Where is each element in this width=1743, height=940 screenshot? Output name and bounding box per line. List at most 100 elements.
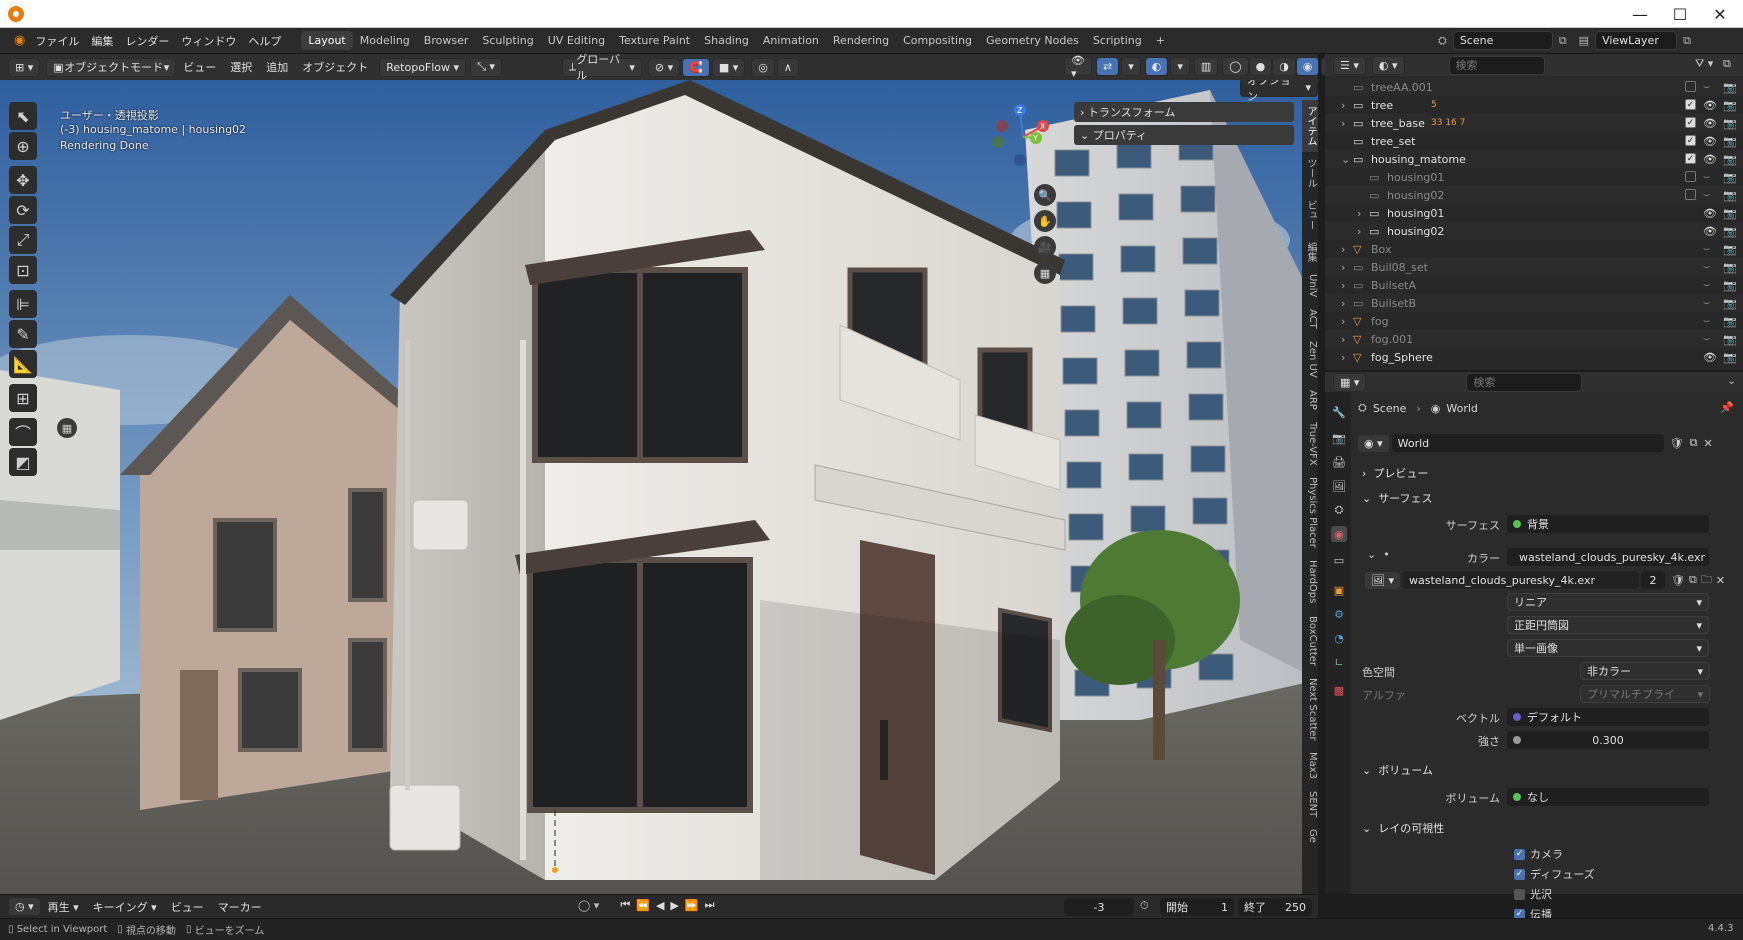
tab-shading[interactable]: Shading [697,31,756,50]
exclude-checkbox[interactable] [1685,81,1696,92]
npanel-tab[interactable]: ビュー [1302,194,1318,236]
transform-orientation-selector[interactable]: ⟂ グローバル ▾ [561,53,642,82]
checkbox[interactable]: ✓ [1514,848,1525,860]
checkbox[interactable]: ✓ [1514,868,1525,880]
image-users-count[interactable]: 2 [1640,571,1665,589]
xray-button[interactable]: ▥ [1193,57,1219,76]
fake-user-icon[interactable]: 🛡 [1670,437,1684,450]
eye-closed-icon[interactable]: ⌣ [1703,80,1710,94]
ray-visibility-item[interactable]: ✓ ディフューズ [1514,866,1595,882]
keying-menu[interactable]: キーイング ▾ [86,899,164,915]
unlink-image-icon[interactable]: ✕ [1716,574,1725,587]
pivot-point-button[interactable]: ⊘ ▾ [647,57,681,77]
eye-icon[interactable]: 👁 [1703,225,1717,238]
eye-closed-icon[interactable]: ⌣ [1703,170,1710,184]
pan-hand-icon[interactable]: ✋ [1034,210,1056,232]
eye-icon[interactable]: 👁 [1703,99,1717,112]
mode-selector[interactable]: ▣ オブジェクトモード ▾ [46,57,177,77]
camera-icon[interactable]: 📷 [1723,171,1737,184]
tab-geometry-nodes[interactable]: Geometry Nodes [979,31,1086,50]
gizmo-toggle-button[interactable]: ⇄ [1095,57,1120,76]
exclude-checkbox[interactable]: ✓ [1685,153,1696,164]
camera-icon[interactable]: 📷 [1723,351,1737,364]
outliner-row[interactable]: › ▭ BuilsetA ⌣ 📷 [1325,276,1743,294]
menu-add[interactable]: 追加 [259,59,295,75]
preview-section-header[interactable]: › プレビュー [1362,465,1428,481]
tab-compositing[interactable]: Compositing [896,31,979,50]
add-workspace-button[interactable]: + [1149,31,1172,50]
world-browse-button[interactable]: ◉ ▾ [1357,433,1390,453]
view-layer-selector[interactable]: ViewLayer [1595,31,1678,50]
expand-icon[interactable]: › [1357,225,1361,238]
exclude-checkbox[interactable] [1685,171,1696,182]
visibility-button[interactable]: 👁 ▾ [1064,54,1092,80]
tab-animation[interactable]: Animation [756,31,826,50]
new-collection-icon[interactable]: ⧉ [1723,57,1731,71]
npanel-tab[interactable]: ARP [1302,384,1318,416]
outliner-row[interactable]: ⌄ ▭ housing_matome ✓ 👁 📷 [1325,150,1743,168]
expand-icon[interactable]: › [1341,117,1345,130]
world-tab-icon[interactable]: ◉ [1331,526,1347,542]
eye-closed-icon[interactable]: ⌣ [1703,188,1710,202]
pin-icon[interactable]: 📌 [1720,401,1734,414]
exclude-checkbox[interactable]: ✓ [1685,117,1696,128]
strength-slider[interactable]: 0.300 [1507,731,1709,749]
boxcutter-tool[interactable]: ⌒ [9,418,37,446]
open-image-icon[interactable]: 🗀 [1701,571,1712,590]
snap-options-button[interactable]: ⤡ ▾ [470,57,502,77]
transform-tool[interactable]: ⊡ [9,256,37,284]
outliner-row[interactable]: › ▽ fog_Sphere 👁 📷 [1325,348,1743,366]
align-tool[interactable]: ⊫ [9,290,37,318]
npanel-tab[interactable]: True-VFX [1302,416,1318,472]
properties-editor-type-button[interactable]: ▦ ▾ [1333,372,1367,392]
jump-end-icon[interactable]: ⏭ [705,898,715,912]
expand-icon[interactable]: › [1341,315,1345,328]
eye-icon[interactable]: 👁 [1703,135,1717,148]
overlay-toggle-button[interactable]: ◐ [1144,57,1169,76]
menu-render[interactable]: レンダー [119,33,175,49]
image-browse-button[interactable]: 🖼 ▾ [1364,570,1401,590]
shading-material-button[interactable]: ◑ [1272,57,1296,76]
snap-toggle-button[interactable]: 🧲 [682,57,710,77]
tab-browser[interactable]: Browser [417,31,476,50]
camera-icon[interactable]: 📷 [1723,207,1737,220]
outliner-row[interactable]: ▭ housing02 ⌣ 📷 [1325,186,1743,204]
editor-type-button[interactable]: ⊞ ▾ [8,57,41,77]
camera-icon[interactable]: 📷 [1723,117,1737,130]
npanel-tab[interactable]: Physics Placer [1302,471,1318,554]
npanel-tab[interactable]: Ge [1302,823,1318,849]
outliner-row[interactable]: ▭ housing01 ⌣ 📷 [1325,168,1743,186]
menu-object[interactable]: オブジェクト [295,59,375,75]
npanel-tab[interactable]: SENT [1302,785,1318,823]
menu-select[interactable]: 選択 [223,59,259,75]
properties-panel-header[interactable]: ⌄ プロパティ [1074,125,1294,145]
duplicate-icon[interactable]: ⧉ [1690,436,1698,450]
alpha-select[interactable]: プリマルチプライ ▾ [1580,685,1710,703]
camera-icon[interactable]: 📷 [1723,243,1737,256]
view-layer-tab-icon[interactable]: 🖼 [1331,478,1347,494]
outliner-row[interactable]: › ▭ tree 5 ✓ 👁 📷 [1325,96,1743,114]
next-keyframe-icon[interactable]: ⏩ [685,899,699,912]
display-mode-button[interactable]: ◐ ▾ [1371,55,1405,75]
eye-icon[interactable]: 👁 [1703,207,1717,220]
eye-closed-icon[interactable]: ⌣ [1703,278,1710,292]
outliner-row[interactable]: › ▭ housing02 👁 📷 [1325,222,1743,240]
interpolation-select[interactable]: リニア ▾ [1507,593,1709,611]
world-name-field[interactable]: World [1391,434,1664,452]
marker-menu[interactable]: マーカー [211,899,269,915]
tab-rendering[interactable]: Rendering [826,31,896,50]
new-image-icon[interactable]: ⧉ [1689,573,1697,587]
shading-solid-button[interactable]: ● [1248,57,1273,76]
current-frame-field[interactable]: -3 [1064,898,1134,916]
unlink-icon[interactable]: ✕ [1703,437,1712,450]
npanel-tab[interactable]: ツール [1302,152,1318,194]
projection-select[interactable]: 正距円筒図 ▾ [1507,616,1709,634]
falloff-button[interactable]: ∧ [776,57,799,77]
scene-selector[interactable]: Scene [1452,31,1553,50]
navigation-gizmo[interactable]: Z X Y [988,102,1058,172]
scene-new-icon[interactable]: ⧉ [1559,34,1567,48]
outliner-row[interactable]: › ▽ fog ⌣ 📷 [1325,312,1743,330]
fake-user-icon[interactable]: 🛡 [1671,574,1685,587]
npanel-tab[interactable]: HardOps [1302,554,1318,609]
volume-section-header[interactable]: ⌄ ボリューム [1362,762,1433,778]
